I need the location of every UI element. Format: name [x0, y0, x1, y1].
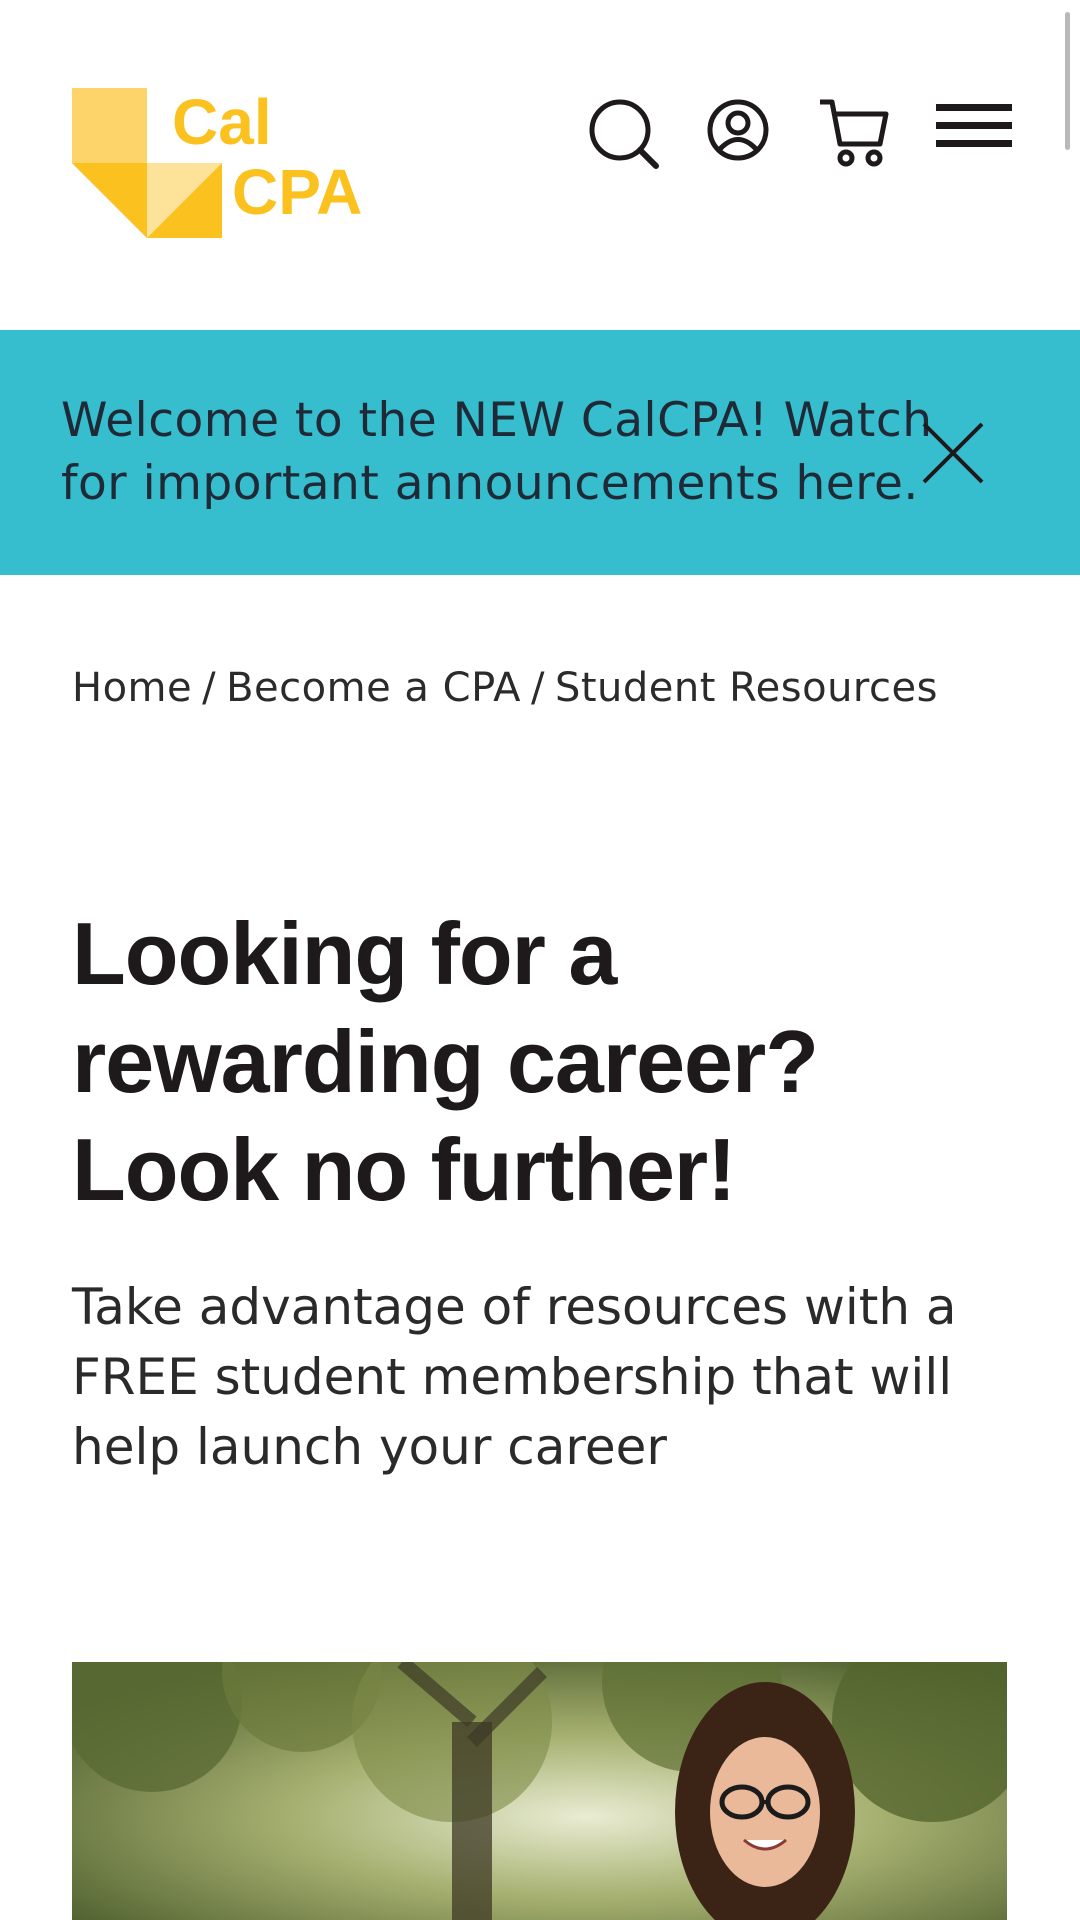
hero-image: [72, 1662, 1007, 1920]
account-icon[interactable]: [706, 98, 776, 168]
breadcrumb-separator: /: [531, 665, 545, 711]
scrollbar-thumb[interactable]: [1065, 12, 1070, 150]
page-title: Looking for a rewarding career? Look no …: [72, 904, 819, 1219]
breadcrumb-separator: /: [202, 665, 217, 711]
logo-text-cal: Cal: [172, 86, 272, 158]
menu-icon[interactable]: [936, 98, 1014, 168]
breadcrumb-become-a-cpa[interactable]: Become a CPA: [226, 665, 521, 711]
close-icon[interactable]: [920, 420, 986, 486]
cart-icon[interactable]: [818, 98, 889, 168]
calcpa-logo[interactable]: Cal CPA: [72, 88, 382, 242]
breadcrumb: Home / Become a CPA / Student Resources: [72, 665, 938, 711]
breadcrumb-home[interactable]: Home: [72, 665, 192, 711]
breadcrumb-current: Student Resources: [554, 665, 938, 711]
search-icon[interactable]: [588, 98, 659, 169]
announcement-text: Welcome to the NEW CalCPA! Watch for imp…: [61, 393, 933, 511]
logo-text-cpa: CPA: [232, 156, 363, 228]
site-header: Cal CPA: [0, 0, 1080, 330]
announcement-banner: Welcome to the NEW CalCPA! Watch for imp…: [0, 330, 1080, 575]
page-subtitle: Take advantage of resources with a FREE …: [72, 1278, 957, 1476]
